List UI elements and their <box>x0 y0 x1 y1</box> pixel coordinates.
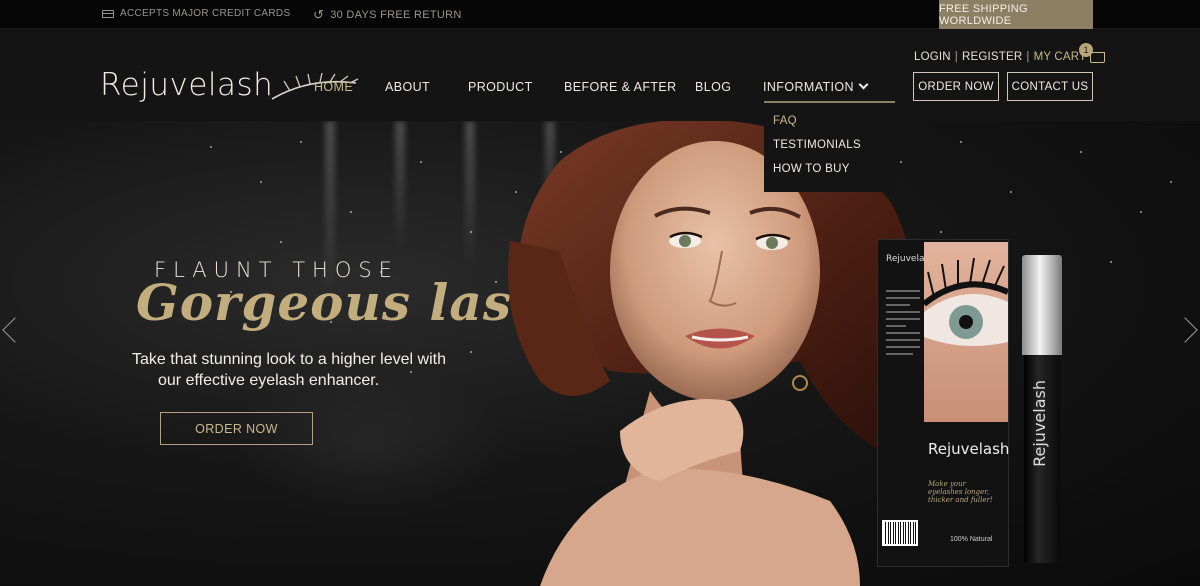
sparkle-star <box>1140 211 1142 213</box>
account-links: LOGIN | REGISTER | MY CART <box>914 51 1106 63</box>
hero-subtitle: Take that stunning look to a higher leve… <box>132 349 512 391</box>
sparkle-star <box>1080 151 1082 153</box>
site-logo[interactable]: Rejuvelash <box>100 67 359 103</box>
dropdown-item-how-to-buy[interactable]: HOW TO BUY <box>773 163 850 175</box>
nav-information[interactable]: INFORMATION <box>763 79 869 94</box>
separator: | <box>954 51 958 63</box>
sparkle-star <box>300 141 302 143</box>
logo-text: Rejuvelash <box>100 67 274 103</box>
tube-cap <box>1022 255 1062 355</box>
product-box-image: Rejuvelash Rejuvelash Make your eyelashe… <box>877 239 1009 567</box>
sparkle-star <box>1110 261 1112 263</box>
nav-product[interactable]: PRODUCT <box>468 80 533 94</box>
nav-before-after[interactable]: BEFORE & AFTER <box>564 80 677 94</box>
hero-banner: FLAUNT THOSE Gorgeous lashes Take that s… <box>0 121 1200 586</box>
hero-subtitle-line1: Take that stunning look to a higher leve… <box>132 351 446 368</box>
hero-order-now-button[interactable]: ORDER NOW <box>160 412 313 445</box>
credit-cards-text: ACCEPTS MAJOR CREDIT CARDS <box>120 8 291 19</box>
my-cart-link[interactable]: MY CART <box>1034 51 1087 63</box>
box-tagline: Make your eyelashes longer, thicker and … <box>928 480 993 504</box>
sparkle-star <box>960 141 962 143</box>
carousel-next-arrow-icon[interactable] <box>1172 317 1198 343</box>
register-link[interactable]: REGISTER <box>962 51 1022 63</box>
sparkle-star <box>1010 191 1012 193</box>
box-natural-label: 100% Natural <box>950 536 993 543</box>
separator: | <box>1026 51 1030 63</box>
dropdown-item-testimonials[interactable]: TESTIMONIALS <box>773 139 861 151</box>
box-description-lines <box>886 290 920 360</box>
nav-about[interactable]: ABOUT <box>385 80 430 94</box>
product-tube-image: Rejuvelash <box>1022 255 1062 563</box>
box-eye-photo <box>924 242 1008 422</box>
nav-information-label: INFORMATION <box>763 80 854 94</box>
shopping-cart-icon[interactable] <box>1090 51 1106 63</box>
sparkle-star <box>940 231 942 233</box>
carousel-prev-arrow-icon[interactable] <box>2 317 28 343</box>
chevron-down-icon <box>858 79 869 90</box>
sparkle-star <box>280 241 282 243</box>
tube-brand-name: Rejuvelash <box>1030 380 1049 467</box>
barcode-icon <box>882 520 918 546</box>
sparkle-star <box>260 181 262 183</box>
box-brand-name: Rejuvelash <box>928 440 1010 458</box>
sparkle-star <box>420 161 422 163</box>
hero-subtitle-line2: our effective eyelash enhancer. <box>158 372 380 389</box>
site-header: Rejuvelash HOME ABOUT PRODUCT BEFORE & A… <box>0 29 1200 121</box>
light-beam <box>465 121 475 271</box>
sparkle-star <box>210 146 212 148</box>
top-info-bar: ACCEPTS MAJOR CREDIT CARDS ↺ 30 DAYS FRE… <box>0 0 1200 29</box>
header-order-now-button[interactable]: ORDER NOW <box>913 72 999 101</box>
login-link[interactable]: LOGIN <box>914 51 951 63</box>
credit-card-icon <box>102 9 114 18</box>
free-shipping-badge: FREE SHIPPING WORLDWIDE <box>939 0 1093 29</box>
credit-cards-note: ACCEPTS MAJOR CREDIT CARDS <box>102 8 290 19</box>
nav-home[interactable]: HOME <box>314 80 353 94</box>
information-dropdown-menu: FAQ TESTIMONIALS HOW TO BUY <box>764 101 895 192</box>
nav-blog[interactable]: BLOG <box>695 80 731 94</box>
free-return-text: 30 DAYS FREE RETURN <box>330 8 462 21</box>
cart-count-badge: 1 <box>1079 43 1093 57</box>
return-arrow-icon: ↺ <box>313 7 325 22</box>
sparkle-star <box>1170 181 1172 183</box>
light-beam <box>395 121 405 251</box>
dropdown-item-faq[interactable]: FAQ <box>773 115 797 127</box>
free-return-note: ↺ 30 DAYS FREE RETURN <box>313 8 462 21</box>
sparkle-star <box>350 211 352 213</box>
sparkle-star <box>470 231 472 233</box>
contact-us-button[interactable]: CONTACT US <box>1007 72 1093 101</box>
